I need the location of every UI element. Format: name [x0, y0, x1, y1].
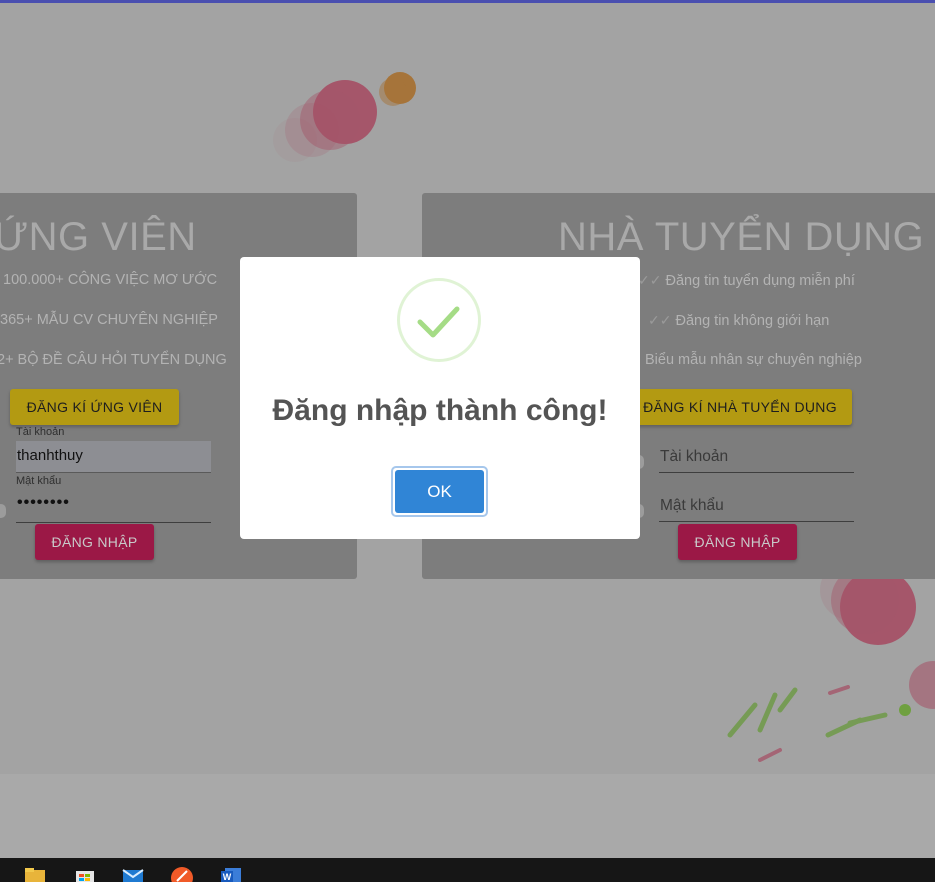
page-footer-area	[0, 774, 935, 860]
candidate-feature: 100.000+ CÔNG VIỆC MƠ ƯỚC	[3, 272, 218, 288]
employer-feature: ✓✓ Đăng tin tuyển dụng miễn phí	[638, 272, 855, 289]
candidate-feature: 365+ MẪU CV CHUYÊN NGHIỆP	[0, 312, 218, 328]
decorative-comet-bottom	[727, 575, 935, 762]
employer-username-field[interactable]: Tài khoản	[659, 444, 854, 473]
brave-browser-icon[interactable]	[171, 867, 193, 882]
windows-taskbar: W	[0, 858, 935, 882]
lock-icon	[0, 504, 6, 518]
password-label: Mật khẩu	[16, 475, 62, 487]
mail-icon[interactable]	[122, 867, 144, 882]
username-field[interactable]: thanhthuy	[16, 441, 211, 473]
employer-feature-text: Đăng tin tuyển dụng miễn phí	[665, 273, 855, 289]
username-label: Tài khoản	[16, 426, 65, 438]
decorative-comet-top	[273, 72, 416, 162]
password-field[interactable]: ••••••••	[16, 493, 211, 523]
register-candidate-button[interactable]: ĐĂNG KÍ ỨNG VIÊN	[10, 389, 179, 425]
file-explorer-icon[interactable]	[24, 867, 46, 882]
employer-password-placeholder: Mật khẩu	[660, 497, 724, 514]
register-employer-button[interactable]: ĐĂNG KÍ NHÀ TUYỂN DỤNG	[628, 389, 852, 425]
word-icon[interactable]: W	[220, 867, 242, 882]
password-value: ••••••••	[17, 494, 70, 511]
double-check-icon: ✓✓	[648, 312, 672, 328]
candidate-title: ỨNG VIÊN	[0, 215, 197, 259]
employer-title: NHÀ TUYỂN DỤNG	[558, 215, 925, 259]
username-value: thanhthuy	[17, 447, 83, 464]
success-check-icon	[397, 278, 481, 362]
ok-button[interactable]: OK	[391, 466, 488, 517]
employer-feature: ✓✓ Đăng tin không giới hạn	[648, 312, 829, 329]
employer-password-field[interactable]: Mật khẩu	[659, 493, 854, 522]
employer-feature: Biểu mẫu nhân sự chuyên nghiệp	[645, 352, 862, 368]
microsoft-store-icon[interactable]	[74, 867, 96, 882]
employer-login-button[interactable]: ĐĂNG NHẬP	[678, 524, 797, 560]
employer-feature-text: Đăng tin không giới hạn	[675, 313, 830, 329]
double-check-icon: ✓✓	[638, 272, 662, 288]
dialog-title: Đăng nhập thành công!	[272, 394, 608, 427]
ok-button-label: OK	[395, 470, 484, 513]
employer-username-placeholder: Tài khoản	[660, 448, 729, 465]
candidate-feature: 2+ BỘ ĐỀ CÂU HỎI TUYỂN DỤNG	[0, 352, 227, 368]
success-dialog: Đăng nhập thành công! OK	[240, 257, 640, 539]
svg-text:W: W	[223, 872, 232, 882]
candidate-login-button[interactable]: ĐĂNG NHẬP	[35, 524, 154, 560]
